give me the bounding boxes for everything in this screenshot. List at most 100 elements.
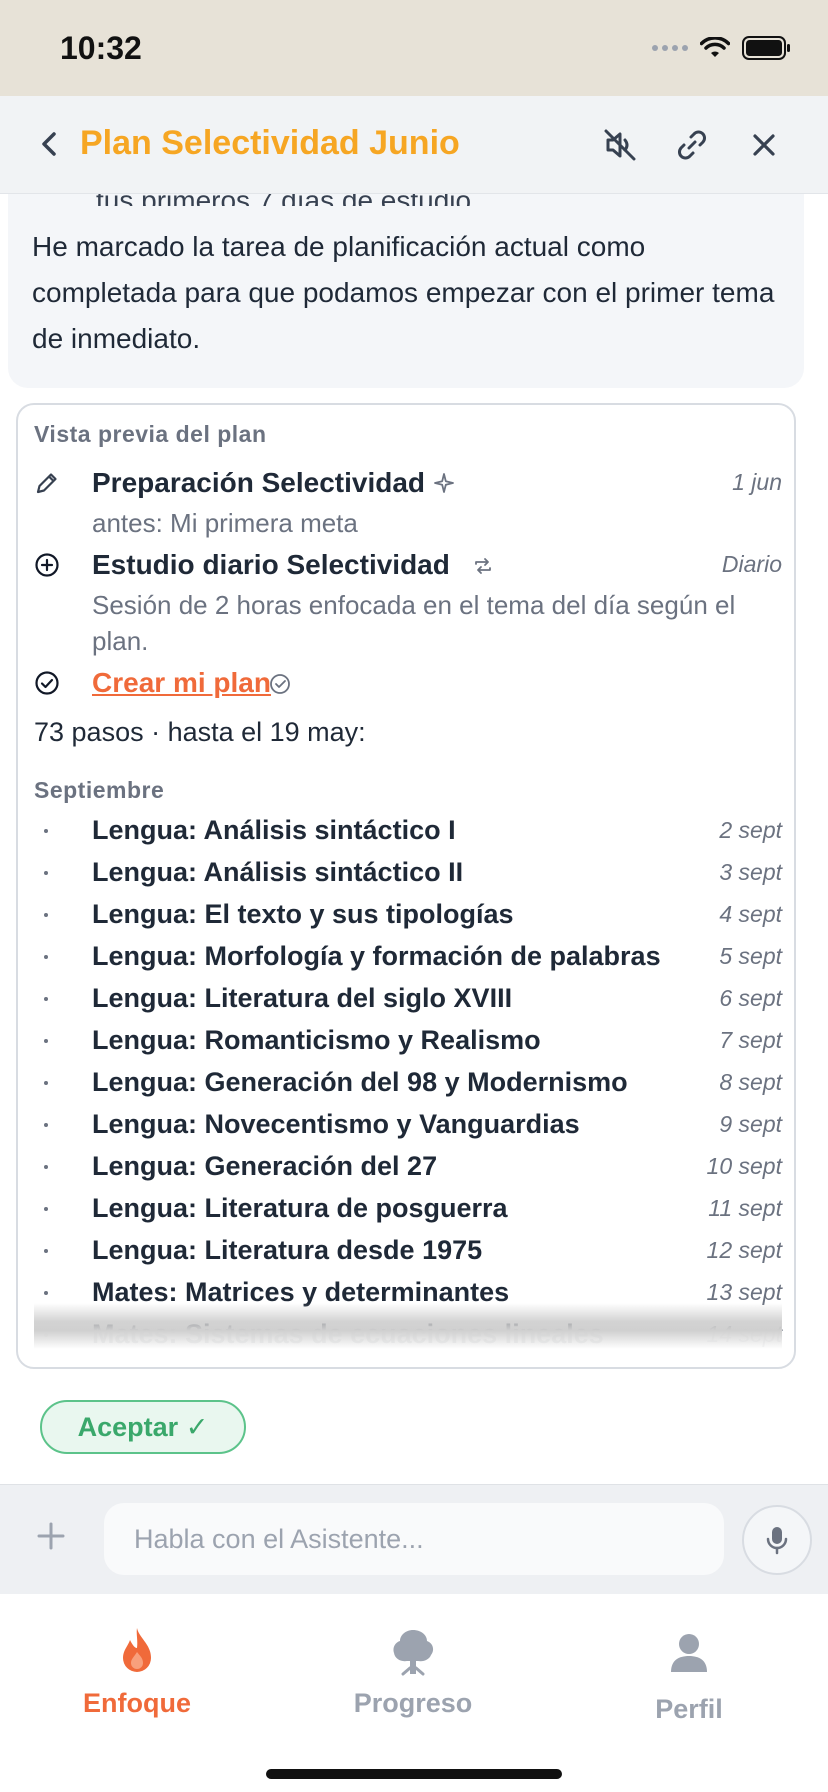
step-title: Lengua: Literatura desde 1975 [92, 1235, 483, 1265]
step-title: Mates: Matrices y determinantes [92, 1277, 510, 1307]
tab-bar: Enfoque Progreso Perfil [0, 1594, 828, 1792]
pencil-icon [36, 473, 57, 494]
plan-habit-row: Estudio diario Selectividad Diario Sesió… [34, 549, 782, 656]
list-item: Lengua: El texto y sus tipologías 4 sept [34, 895, 782, 937]
step-date: 5 sept [719, 943, 782, 969]
attach-button[interactable] [32, 1517, 70, 1555]
bullet-icon [44, 1039, 48, 1043]
list-item: Lengua: Generación del 98 y Modernismo 8 … [34, 1063, 782, 1105]
step-title: Lengua: Morfología y formación de palabr… [92, 941, 661, 971]
list-item: Lengua: Análisis sintáctico I 2 sept [34, 811, 782, 853]
bullet-icon [44, 871, 48, 875]
bullet-icon [44, 955, 48, 959]
list-item: Lengua: Romanticismo y Realismo 7 sept [34, 1021, 782, 1063]
step-date: 14 sept [706, 1321, 782, 1347]
step-title: Lengua: Análisis sintáctico I [92, 815, 456, 845]
tab-progreso[interactable]: Progreso [313, 1624, 513, 1719]
step-title: Mates: Sistemas de ecuaciones lineales [92, 1319, 604, 1349]
step-date: 7 sept [719, 1027, 782, 1053]
habit-description: Sesión de 2 horas enfocada en el tema de… [92, 590, 736, 656]
goal-title: Preparación Selectividad [92, 467, 426, 498]
plan-goal-row: Preparación Selectividad 1 jun antes: Mi… [34, 467, 782, 538]
repeat-icon [475, 558, 491, 574]
home-indicator [266, 1769, 562, 1779]
back-button[interactable] [30, 124, 70, 164]
step-title: Lengua: Análisis sintáctico II [92, 857, 464, 887]
goal-previous: antes: Mi primera meta [92, 508, 358, 538]
step-date: 12 sept [706, 1237, 782, 1263]
step-title: Lengua: Generación del 98 y Modernismo [92, 1067, 628, 1097]
bullet-icon [44, 1123, 48, 1127]
step-date: 9 sept [719, 1111, 782, 1137]
tab-label: Progreso [353, 1688, 473, 1718]
task-link[interactable]: Crear mi plan [92, 667, 271, 699]
page-title: Plan Selectividad Junio [80, 124, 460, 162]
bullet-icon [44, 1207, 48, 1211]
step-date: 6 sept [719, 985, 782, 1011]
check-badge-icon [270, 674, 290, 694]
message-input[interactable] [104, 1503, 724, 1575]
list-item: Lengua: Literatura del siglo XVIII 6 sept [34, 979, 782, 1021]
link-button[interactable] [670, 123, 714, 167]
steps-list: Lengua: Análisis sintáctico I2 sept Lengu… [34, 811, 782, 1357]
flame-icon [123, 1628, 151, 1672]
bullet-icon [44, 1165, 48, 1169]
step-title: Lengua: Literatura del siglo XVIII [92, 983, 513, 1013]
step-date: 4 sept [719, 901, 782, 927]
close-icon [753, 134, 775, 156]
message-cut-line: tus primeros 7 días de estudio. [96, 194, 479, 206]
step-title: Lengua: El texto y sus tipologías [92, 899, 514, 929]
tab-label: Perfil [655, 1694, 723, 1724]
step-date: 2 sept [719, 817, 782, 843]
microphone-icon [766, 1527, 788, 1555]
status-bar: 10:32 [0, 0, 828, 96]
signal-icon [652, 45, 688, 51]
list-item: Lengua: Novecentismo y Vanguardias 9 sept [34, 1105, 782, 1147]
bullet-icon [44, 913, 48, 917]
plan-preview-card: Vista previa del plan Preparación Select… [16, 403, 796, 1369]
step-title: Lengua: Romanticismo y Realismo [92, 1025, 541, 1055]
list-item: Lengua: Literatura de posguerra 11 sept [34, 1189, 782, 1231]
step-date: 8 sept [719, 1069, 782, 1095]
tab-label: Enfoque [83, 1688, 191, 1718]
speaker-muted-icon [604, 129, 636, 161]
list-item: Lengua: Morfología y formación de palabr… [34, 937, 782, 979]
step-date: 3 sept [719, 859, 782, 885]
chevron-left-icon [42, 132, 56, 156]
link-icon [678, 130, 706, 160]
step-title: Lengua: Literatura de posguerra [92, 1193, 508, 1223]
person-icon [671, 1634, 707, 1672]
bullet-icon [44, 997, 48, 1001]
bullet-icon [44, 1333, 48, 1337]
step-date: 13 sept [706, 1279, 782, 1305]
nav-bar: Plan Selectividad Junio [0, 96, 828, 194]
status-icons [652, 36, 792, 60]
tree-icon [393, 1630, 434, 1676]
list-item: Lengua: Generación del 27 10 sept [34, 1147, 782, 1189]
plan-task-row: Crear mi plan [34, 667, 782, 707]
accept-button[interactable]: Aceptar ✓ [40, 1400, 246, 1454]
list-item: Lengua: Literatura desde 1975 12 sept [34, 1231, 782, 1273]
bullet-icon [44, 829, 48, 833]
plus-icon [37, 1522, 65, 1550]
month-header: Septiembre [34, 777, 165, 803]
step-date: 11 sept [708, 1195, 782, 1221]
bullet-icon [44, 1291, 48, 1295]
tab-perfil[interactable]: Perfil [589, 1624, 789, 1725]
close-button[interactable] [742, 123, 786, 167]
goal-date: 1 jun [732, 469, 782, 495]
assistant-message: tus primeros 7 días de estudio. He marca… [8, 194, 804, 388]
mute-button[interactable] [598, 123, 642, 167]
check-circle-icon [35, 671, 59, 695]
bullet-icon [44, 1081, 48, 1085]
tab-enfoque[interactable]: Enfoque [37, 1624, 237, 1719]
mic-button[interactable] [742, 1505, 812, 1575]
plan-preview-header: Vista previa del plan [34, 421, 267, 447]
chat-area[interactable]: tus primeros 7 días de estudio. He marca… [0, 194, 828, 1484]
plus-circle-icon [35, 553, 59, 577]
sparkle-icon [434, 473, 454, 493]
step-title: Lengua: Generación del 27 [92, 1151, 438, 1181]
step-title: Lengua: Novecentismo y Vanguardias [92, 1109, 580, 1139]
step-date: 10 sept [706, 1153, 782, 1179]
status-time: 10:32 [60, 30, 142, 66]
